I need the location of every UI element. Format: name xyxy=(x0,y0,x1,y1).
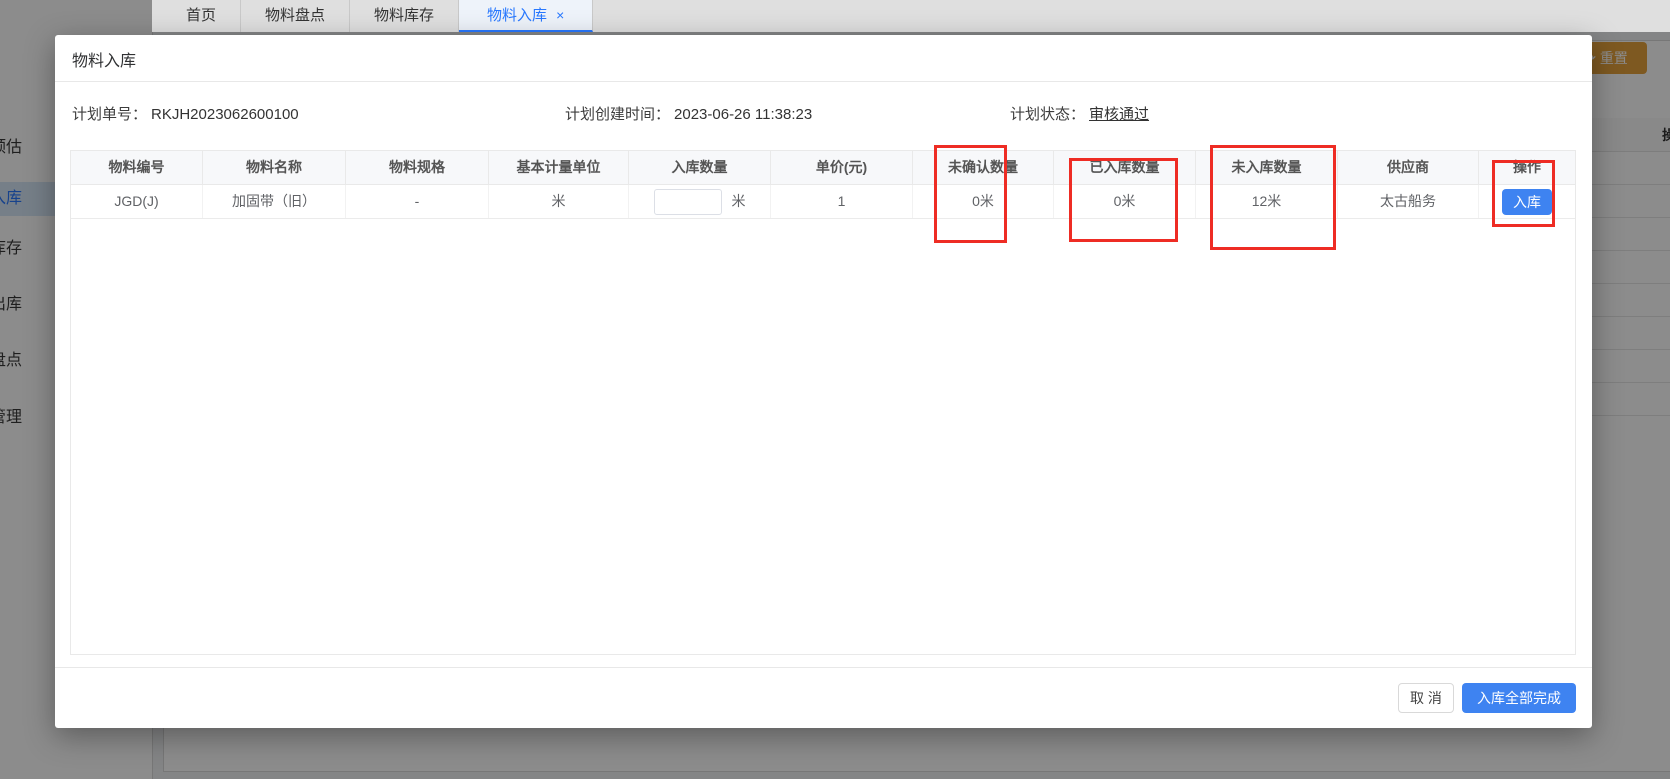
col-header-inbound-qty: 入库数量 xyxy=(629,151,771,184)
app-screen: 预估 入库 库存 出库 盘点 管理 首页 物料盘点 物料库存 物料入库× ⟳ 重… xyxy=(0,0,1670,779)
cell-material-spec: - xyxy=(346,185,489,218)
tab-material-inbound[interactable]: 物料入库× xyxy=(459,0,593,32)
annotation-box-unconfirmed-qty xyxy=(934,145,1007,243)
material-inbound-dialog: 物料入库 计划单号：RKJH2023062600100 计划创建时间：2023-… xyxy=(55,35,1592,728)
col-header-material-code: 物料编号 xyxy=(71,151,203,184)
cell-base-unit: 米 xyxy=(489,185,629,218)
plan-status-value: 审核通过 xyxy=(1089,106,1149,123)
footer-divider xyxy=(55,667,1592,668)
table-row: JGD(J) 加固带（旧） - 米 米 1 0米 0米 12米 太古船务 入库 xyxy=(71,185,1575,219)
plan-number-value: RKJH2023062600100 xyxy=(151,106,299,123)
plan-created-value: 2023-06-26 11:38:23 xyxy=(674,106,812,123)
close-tab-icon[interactable]: × xyxy=(556,7,564,23)
table-header-row: 物料编号 物料名称 物料规格 基本计量单位 入库数量 单价(元) 未确认数量 已… xyxy=(71,151,1575,185)
inbound-qty-input[interactable] xyxy=(654,189,722,215)
cancel-button[interactable]: 取 消 xyxy=(1398,683,1454,713)
inbound-complete-button[interactable]: 入库全部完成 xyxy=(1462,683,1576,713)
cell-supplier: 太古船务 xyxy=(1338,185,1479,218)
cell-material-code: JGD(J) xyxy=(71,185,203,218)
tab-home[interactable]: 首页 xyxy=(162,0,241,32)
cell-material-name: 加固带（旧） xyxy=(203,185,346,218)
col-header-supplier: 供应商 xyxy=(1338,151,1479,184)
cell-unit-price: 1 xyxy=(771,185,913,218)
dialog-header: 物料入库 xyxy=(55,35,1592,82)
annotation-box-unstored-qty xyxy=(1210,145,1336,250)
col-header-material-spec: 物料规格 xyxy=(346,151,489,184)
annotation-box-stored-qty xyxy=(1069,158,1178,242)
dialog-title: 物料入库 xyxy=(72,47,136,71)
qty-unit-label: 米 xyxy=(732,185,746,218)
tab-bar: 首页 物料盘点 物料库存 物料入库× xyxy=(152,0,1670,32)
cell-inbound-qty: 米 xyxy=(629,185,771,218)
col-header-unit-price: 单价(元) xyxy=(771,151,913,184)
inbound-table: 物料编号 物料名称 物料规格 基本计量单位 入库数量 单价(元) 未确认数量 已… xyxy=(70,150,1576,655)
plan-status-field: 计划状态：审核通过 xyxy=(1010,103,1149,127)
tab-material-stocktake[interactable]: 物料盘点 xyxy=(241,0,350,32)
plan-created-field: 计划创建时间：2023-06-26 11:38:23 xyxy=(565,103,812,127)
plan-number-field: 计划单号：RKJH2023062600100 xyxy=(72,103,299,127)
tab-material-stock[interactable]: 物料库存 xyxy=(350,0,459,32)
annotation-box-action xyxy=(1492,160,1555,227)
col-header-base-unit: 基本计量单位 xyxy=(489,151,629,184)
col-header-material-name: 物料名称 xyxy=(203,151,346,184)
